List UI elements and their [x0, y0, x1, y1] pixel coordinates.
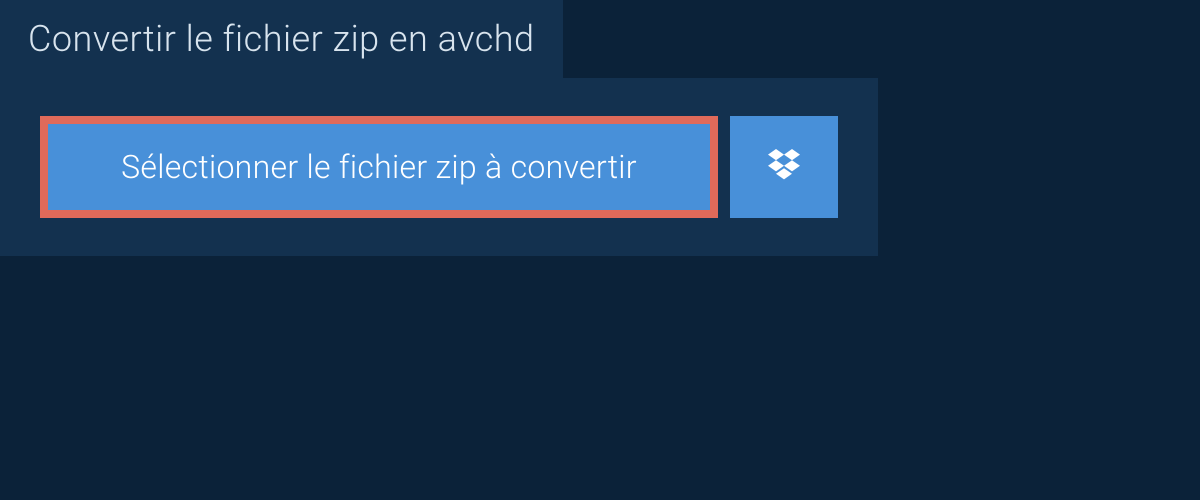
dropbox-icon	[764, 145, 804, 189]
button-row: Sélectionner le fichier zip à convertir	[40, 116, 838, 218]
upload-panel: Sélectionner le fichier zip à convertir	[0, 78, 878, 256]
select-file-button[interactable]: Sélectionner le fichier zip à convertir	[40, 116, 718, 218]
select-file-label: Sélectionner le fichier zip à convertir	[121, 148, 637, 186]
page-title: Convertir le fichier zip en avchd	[28, 18, 535, 60]
dropbox-button[interactable]	[730, 116, 838, 218]
page-header: Convertir le fichier zip en avchd	[0, 0, 563, 78]
